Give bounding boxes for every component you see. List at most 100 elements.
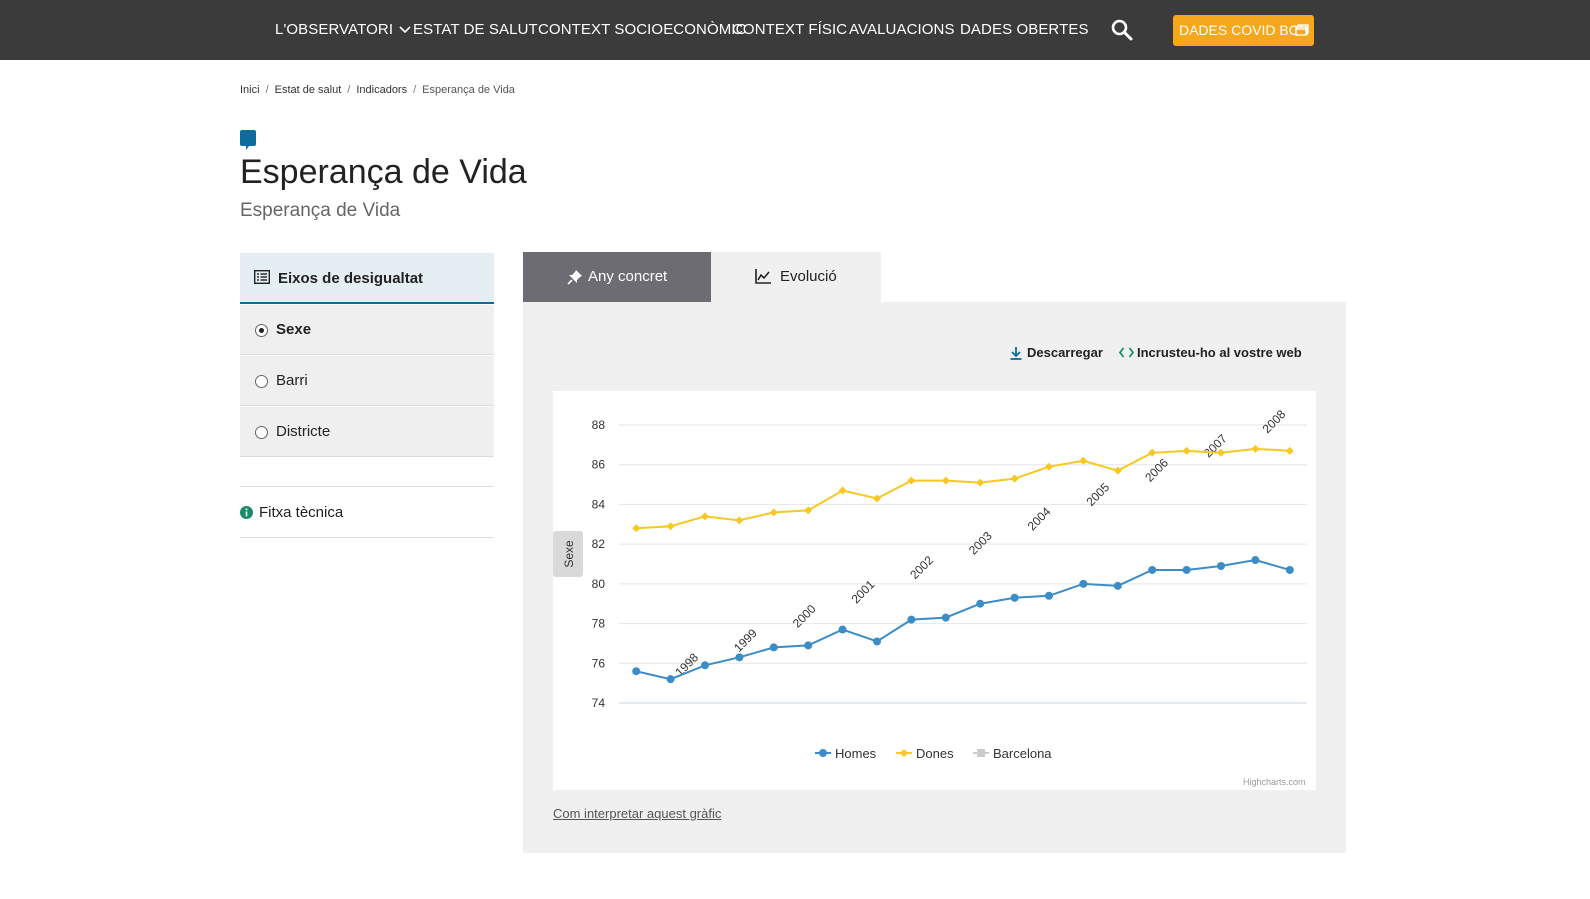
x-tick-label: 2007: [1201, 431, 1230, 460]
how-to-interpret-link[interactable]: Com interpretar aquest gràfic: [553, 806, 721, 821]
line-chart-icon: [755, 269, 771, 284]
speech-bubble-icon: [240, 130, 256, 150]
y-tick-label: 82: [592, 537, 606, 551]
info-icon: [240, 506, 253, 519]
x-tick-label: 2004: [1025, 504, 1054, 533]
tab-evolucio[interactable]: Evolució: [711, 252, 881, 302]
y-tick-label: 84: [592, 497, 606, 511]
legend-label: Barcelona: [993, 746, 1052, 761]
data-point: [735, 653, 744, 662]
data-point: [1182, 446, 1191, 455]
data-point: [632, 524, 641, 533]
data-point: [1010, 593, 1019, 602]
radio-districte[interactable]: [255, 426, 268, 439]
legend-label: Dones: [916, 746, 954, 761]
data-point: [735, 516, 744, 525]
x-tick-label: 2000: [790, 602, 819, 631]
life-expectancy-chart: 74 76 78 80 82 84 86 88 Sexe 1998 1999 2000 2001 2002…: [553, 391, 1316, 790]
breadcrumb-link-estat-de-salut[interactable]: Estat de salut: [275, 84, 342, 96]
breadcrumb-current: Esperança de Vida: [422, 84, 515, 96]
data-point: [1251, 444, 1260, 453]
data-point: [1045, 591, 1053, 600]
y-tick-label: 80: [592, 577, 606, 591]
data-point: [632, 667, 641, 676]
breadcrumb: Inici / Estat de salut / Indicadors / Esperanç…: [240, 84, 515, 96]
inequality-axes-title: Eixos de desigualtat: [278, 270, 424, 287]
nav-item-dades-obertes[interactable]: DADES OBERTES: [960, 0, 1089, 60]
data-point: [873, 494, 881, 503]
data-point: [666, 522, 675, 531]
tab-any-concret-label: Any concret: [588, 268, 668, 285]
breadcrumb-separator: /: [413, 84, 417, 96]
data-point: [769, 643, 778, 652]
x-tick-label: 2002: [907, 553, 936, 582]
nav-item-context-fisic[interactable]: CONTEXT FÍSIC: [732, 0, 847, 60]
data-point: [1182, 565, 1191, 574]
nav-item-avaluacions[interactable]: AVALUACIONS: [849, 0, 955, 60]
legend-symbol: [819, 749, 827, 757]
data-point: [1251, 556, 1260, 565]
data-point: [1217, 561, 1225, 570]
axis-option-label: Sexe: [276, 321, 312, 338]
list-icon: [254, 270, 270, 284]
top-navigation: L'OBSERVATORI ESTAT DE SALUT CONTEXT SOC…: [0, 0, 1590, 60]
code-icon: [1119, 347, 1134, 358]
axis-option-districte[interactable]: Districte: [240, 407, 494, 457]
data-point: [769, 508, 778, 517]
axis-option-sexe[interactable]: Sexe: [240, 305, 494, 355]
tab-evolucio-label: Evolució: [780, 268, 837, 285]
axis-option-label: Barri: [276, 372, 308, 389]
y-tick-label: 88: [592, 418, 606, 432]
pin-icon: [567, 270, 582, 285]
data-point: [1045, 462, 1053, 471]
x-tick-label: 2008: [1260, 407, 1289, 436]
nav-item-observatori[interactable]: L'OBSERVATORI: [275, 0, 411, 60]
nav-item-estat-de-salut[interactable]: ESTAT DE SALUT: [413, 0, 538, 60]
page-title: Esperança de Vida: [240, 153, 527, 191]
x-tick-label: 1998: [672, 650, 701, 679]
legend-label: Homes: [835, 746, 877, 761]
page-subtitle: Esperança de Vida: [240, 200, 401, 221]
external-window-icon: [1295, 24, 1309, 36]
y-tick-label: 74: [592, 696, 606, 710]
x-tick-label: 2006: [1142, 456, 1171, 485]
breadcrumb-separator: /: [347, 84, 351, 96]
breadcrumb-link-inici[interactable]: Inici: [240, 84, 260, 96]
chart-credits[interactable]: Highcharts.com: [1243, 777, 1306, 787]
search-icon[interactable]: [1110, 18, 1134, 42]
data-point: [666, 675, 675, 684]
radio-barri[interactable]: [255, 375, 268, 388]
breadcrumb-separator: /: [265, 84, 269, 96]
data-point: [701, 661, 709, 670]
data-point: [976, 478, 985, 487]
nav-item-context-socioeconomic[interactable]: CONTEXT SOCIOECONÒMIC: [538, 0, 747, 60]
axis-option-barri[interactable]: Barri: [240, 356, 494, 406]
technical-sheet-link[interactable]: Fitxa tècnica: [240, 486, 494, 538]
data-point: [1285, 446, 1294, 455]
data-point: [1010, 474, 1019, 483]
data-point: [804, 641, 813, 650]
data-point: [976, 599, 985, 608]
data-point: [1113, 466, 1122, 475]
breadcrumb-link-indicadors[interactable]: Indicadors: [356, 84, 407, 96]
axis-option-label: Districte: [276, 423, 331, 440]
covid-data-label: DADES COVID BCN: [1179, 22, 1309, 38]
data-point: [873, 637, 881, 646]
embed-label: Incrusteu-ho al vostre web: [1137, 345, 1302, 360]
series-line-homes: [635, 559, 1291, 681]
data-point: [838, 625, 847, 634]
data-point: [941, 476, 950, 485]
radio-sexe[interactable]: [255, 324, 268, 337]
series-line-dones: [636, 447, 1290, 530]
data-point: [1148, 565, 1157, 574]
data-point: [1079, 579, 1088, 588]
legend-symbol: [900, 749, 908, 757]
data-point: [1079, 456, 1088, 465]
y-tick-label: 76: [592, 656, 606, 670]
covid-data-button[interactable]: DADES COVID BCN: [1173, 15, 1314, 46]
technical-sheet-label: Fitxa tècnica: [259, 504, 344, 521]
tab-any-concret[interactable]: Any concret: [523, 252, 711, 302]
data-point: [701, 512, 709, 521]
x-tick-label: 2001: [849, 577, 878, 606]
chevron-down-icon: [399, 26, 411, 34]
